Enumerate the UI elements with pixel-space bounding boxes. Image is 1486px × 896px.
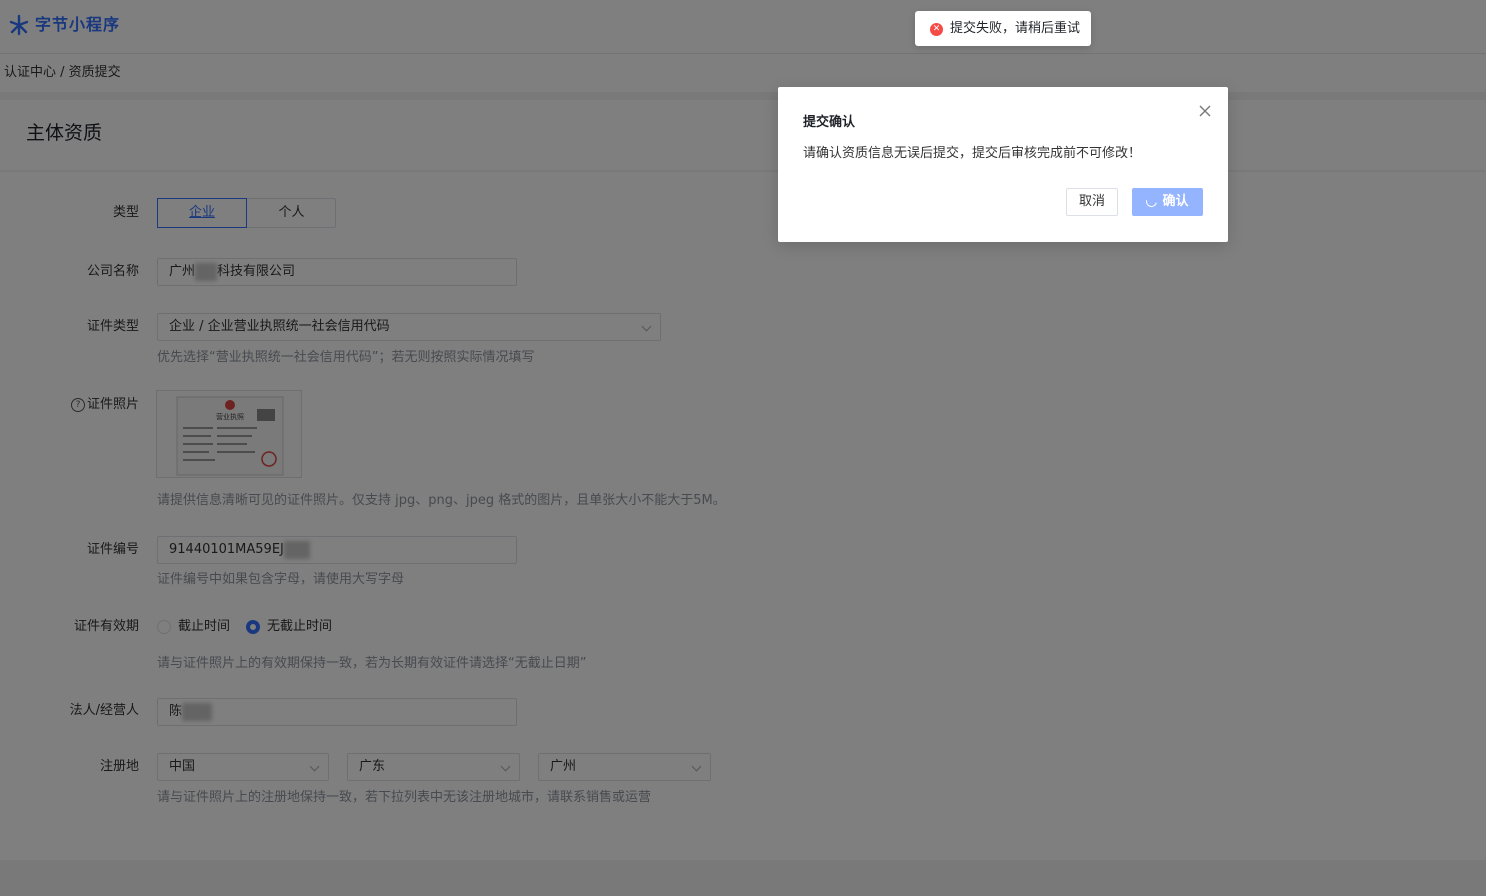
modal-overlay[interactable]: [0, 0, 1486, 896]
dialog-title: 提交确认: [803, 115, 856, 130]
confirm-dialog: [778, 87, 1228, 242]
error-icon: ✕: [930, 23, 943, 36]
dialog-message: 请确认资质信息无误后提交，提交后审核完成前不可修改！: [803, 146, 1142, 161]
confirm-button[interactable]: 确认: [1132, 188, 1203, 216]
close-icon[interactable]: [1197, 103, 1213, 119]
loading-spinner-icon: [1144, 193, 1160, 210]
confirm-button-label: 确认: [1162, 194, 1189, 209]
cancel-button[interactable]: 取消: [1066, 188, 1118, 216]
toast-message: 提交失败，请稍后重试: [950, 21, 1081, 36]
